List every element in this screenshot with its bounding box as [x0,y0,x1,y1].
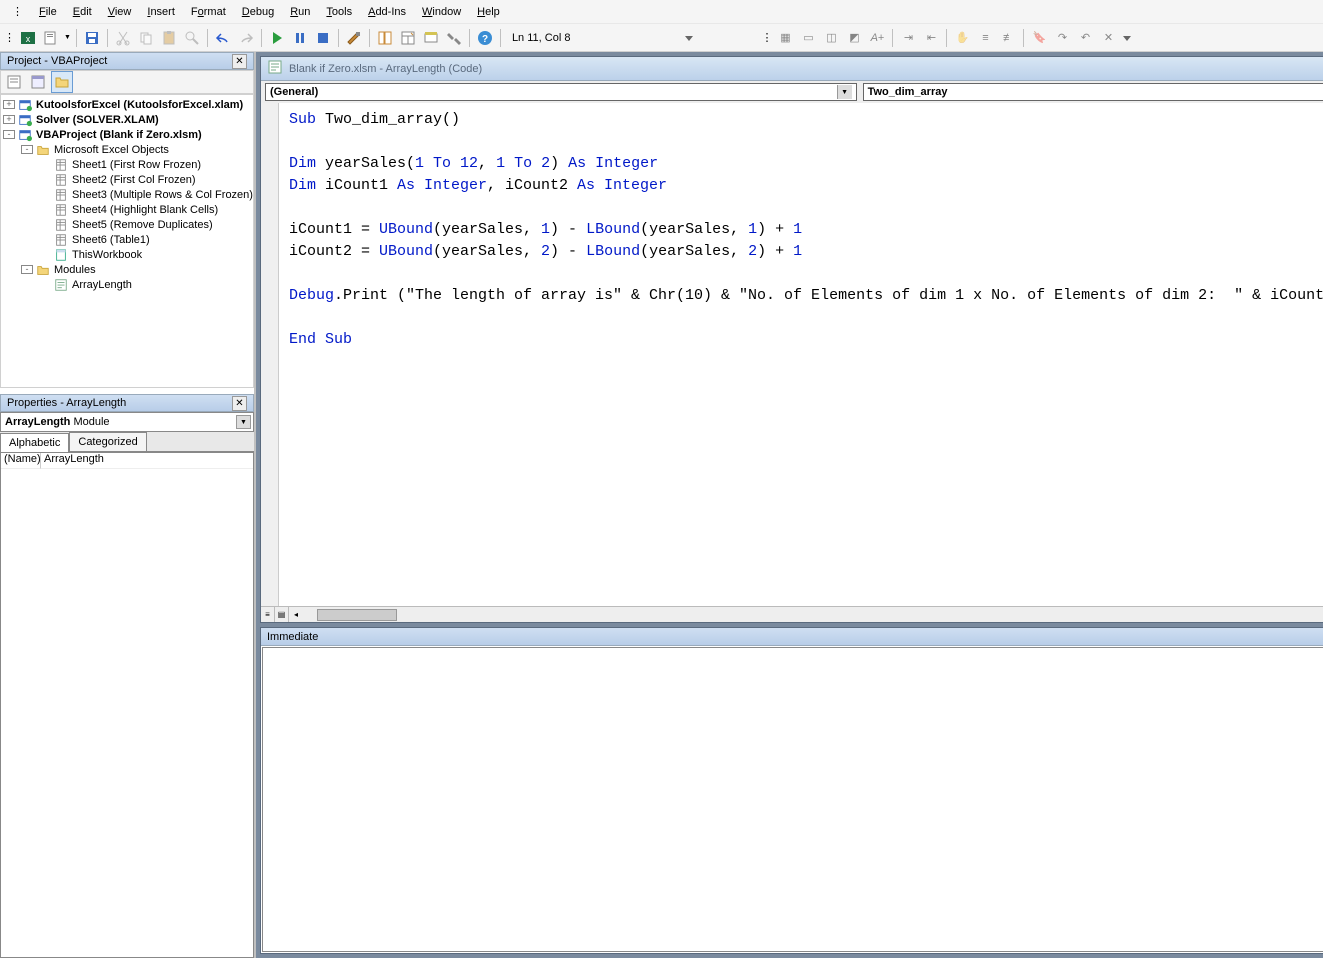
view-code-icon[interactable] [3,71,25,93]
code-window-title: Blank if Zero.xlsm - ArrayLength (Code) [289,63,1323,75]
bookmark-clear-icon[interactable]: ✕ [1098,28,1118,48]
indent-icon[interactable]: ⇥ [898,28,918,48]
tree-item[interactable]: +KutoolsforExcel (KutoolsforExcel.xlam) [1,97,253,112]
properties-window-icon[interactable] [398,28,418,48]
object-dropdown[interactable]: (General)▼ [265,83,857,101]
paste-icon[interactable] [159,28,179,48]
chevron-down-icon[interactable]: ▼ [236,415,251,429]
procedure-dropdown[interactable]: Two_dim_array▼ [863,83,1323,101]
complete-word-icon[interactable]: A+ [867,28,887,48]
svg-text:?: ? [482,34,488,45]
list-constants-icon[interactable]: ▭ [798,28,818,48]
cut-icon[interactable] [113,28,133,48]
menu-debug[interactable]: Debug [234,3,282,21]
menu-edit[interactable]: Edit [65,3,100,21]
property-row: (Name) ArrayLength [1,453,253,469]
project-panel-header: Project - VBAProject ✕ [0,52,254,70]
tree-item[interactable]: Sheet1 (First Row Frozen) [1,157,253,172]
code-editor[interactable]: Sub Two_dim_array() Dim yearSales(1 To 1… [279,103,1323,606]
immediate-text-area[interactable] [262,647,1323,952]
menu-insert[interactable]: Insert [139,3,183,21]
project-toolbar [0,70,254,94]
code-margin[interactable] [261,103,279,606]
tab-categorized[interactable]: Categorized [69,432,146,451]
tree-item[interactable]: Sheet4 (Highlight Blank Cells) [1,202,253,217]
properties-panel-close[interactable]: ✕ [232,396,247,411]
bookmark-prev-icon[interactable]: ↶ [1075,28,1095,48]
tab-alphabetic[interactable]: Alphabetic [0,433,69,452]
outdent-icon[interactable]: ⇤ [921,28,941,48]
menu-file[interactable]: File [31,3,65,21]
insert-module-icon[interactable] [41,28,61,48]
menu-help[interactable]: Help [469,3,508,21]
procedure-view-icon[interactable]: ≡ [261,607,275,622]
property-name: (Name) [1,453,41,469]
quick-info-icon[interactable]: ◫ [821,28,841,48]
scroll-left-icon[interactable]: ◂ [289,607,303,621]
horizontal-scrollbar[interactable] [303,607,1323,622]
properties-panel-header: Properties - ArrayLength ✕ [0,394,254,412]
immediate-window: Immediate ✕ ▴▾ [260,627,1323,954]
code-window-titlebar[interactable]: Blank if Zero.xlsm - ArrayLength (Code) … [261,57,1323,81]
tree-item[interactable]: ArrayLength [1,277,253,292]
tree-item[interactable]: Sheet6 (Table1) [1,232,253,247]
project-panel-title: Project - VBAProject [7,55,107,67]
comment-block-icon[interactable]: ≡ [975,28,995,48]
run-icon[interactable] [267,28,287,48]
save-icon[interactable] [82,28,102,48]
view-object-icon[interactable] [27,71,49,93]
module-icon [267,59,283,78]
help-icon[interactable]: ? [475,28,495,48]
tree-item[interactable]: +Solver (SOLVER.XLAM) [1,112,253,127]
tree-item[interactable]: Sheet3 (Multiple Rows & Col Frozen) [1,187,253,202]
project-panel-close[interactable]: ✕ [232,54,247,69]
tree-item[interactable]: -Modules [1,262,253,277]
bookmark-next-icon[interactable]: ↷ [1052,28,1072,48]
tree-item[interactable]: -VBAProject (Blank if Zero.xlsm) [1,127,253,142]
full-module-view-icon[interactable]: ▤ [275,607,289,622]
breakpoint-icon[interactable]: ✋ [952,28,972,48]
undo-icon[interactable] [213,28,233,48]
project-tree[interactable]: +KutoolsforExcel (KutoolsforExcel.xlam)+… [0,94,254,388]
immediate-window-header[interactable]: Immediate ✕ [261,628,1323,646]
properties-grid[interactable]: (Name) ArrayLength [0,452,254,958]
menu-bar: ⋮ File Edit View Insert Format Debug Run… [0,0,1323,24]
tree-item[interactable]: ThisWorkbook [1,247,253,262]
toggle-folders-icon[interactable] [51,71,73,93]
design-mode-icon[interactable] [344,28,364,48]
menu-addins[interactable]: Add-Ins [360,3,414,21]
uncomment-block-icon[interactable]: ≢ [998,28,1018,48]
object-browser-icon[interactable] [421,28,441,48]
menu-format[interactable]: Format [183,3,234,21]
bookmark-toggle-icon[interactable]: 🔖 [1029,28,1049,48]
tree-item[interactable]: Sheet2 (First Col Frozen) [1,172,253,187]
menu-view[interactable]: View [100,3,140,21]
reset-icon[interactable] [313,28,333,48]
menu-run[interactable]: Run [282,3,318,21]
properties-object-selector[interactable]: ArrayLength Module ▼ [0,412,254,432]
properties-panel-title: Properties - ArrayLength [7,397,126,409]
find-icon[interactable] [182,28,202,48]
code-window-footer: ≡ ▤ ◂ ▸ [261,606,1323,622]
tree-item[interactable]: -Microsoft Excel Objects [1,142,253,157]
svg-text:x: x [26,34,31,44]
immediate-window-title: Immediate [267,631,318,643]
copy-icon[interactable] [136,28,156,48]
menu-window[interactable]: Window [414,3,469,21]
cursor-position: Ln 11, Col 8 [512,32,571,44]
tree-item[interactable]: Sheet5 (Remove Duplicates) [1,217,253,232]
toolbar: ⋮ x ▼ ? Ln 11, Col 8 ⋮ ▦ ▭ ◫ ◩ A+ ⇥ ⇤ ✋ … [0,24,1323,52]
parameter-info-icon[interactable]: ◩ [844,28,864,48]
chevron-down-icon[interactable]: ▼ [837,85,852,99]
project-explorer-icon[interactable] [375,28,395,48]
redo-icon[interactable] [236,28,256,48]
properties-tabs: Alphabetic Categorized [0,432,254,452]
menu-tools[interactable]: Tools [318,3,360,21]
toolbox-icon[interactable] [444,28,464,48]
break-icon[interactable] [290,28,310,48]
code-window: Blank if Zero.xlsm - ArrayLength (Code) … [260,56,1323,623]
property-value[interactable]: ArrayLength [41,453,253,469]
excel-icon[interactable]: x [18,28,38,48]
list-properties-icon[interactable]: ▦ [775,28,795,48]
